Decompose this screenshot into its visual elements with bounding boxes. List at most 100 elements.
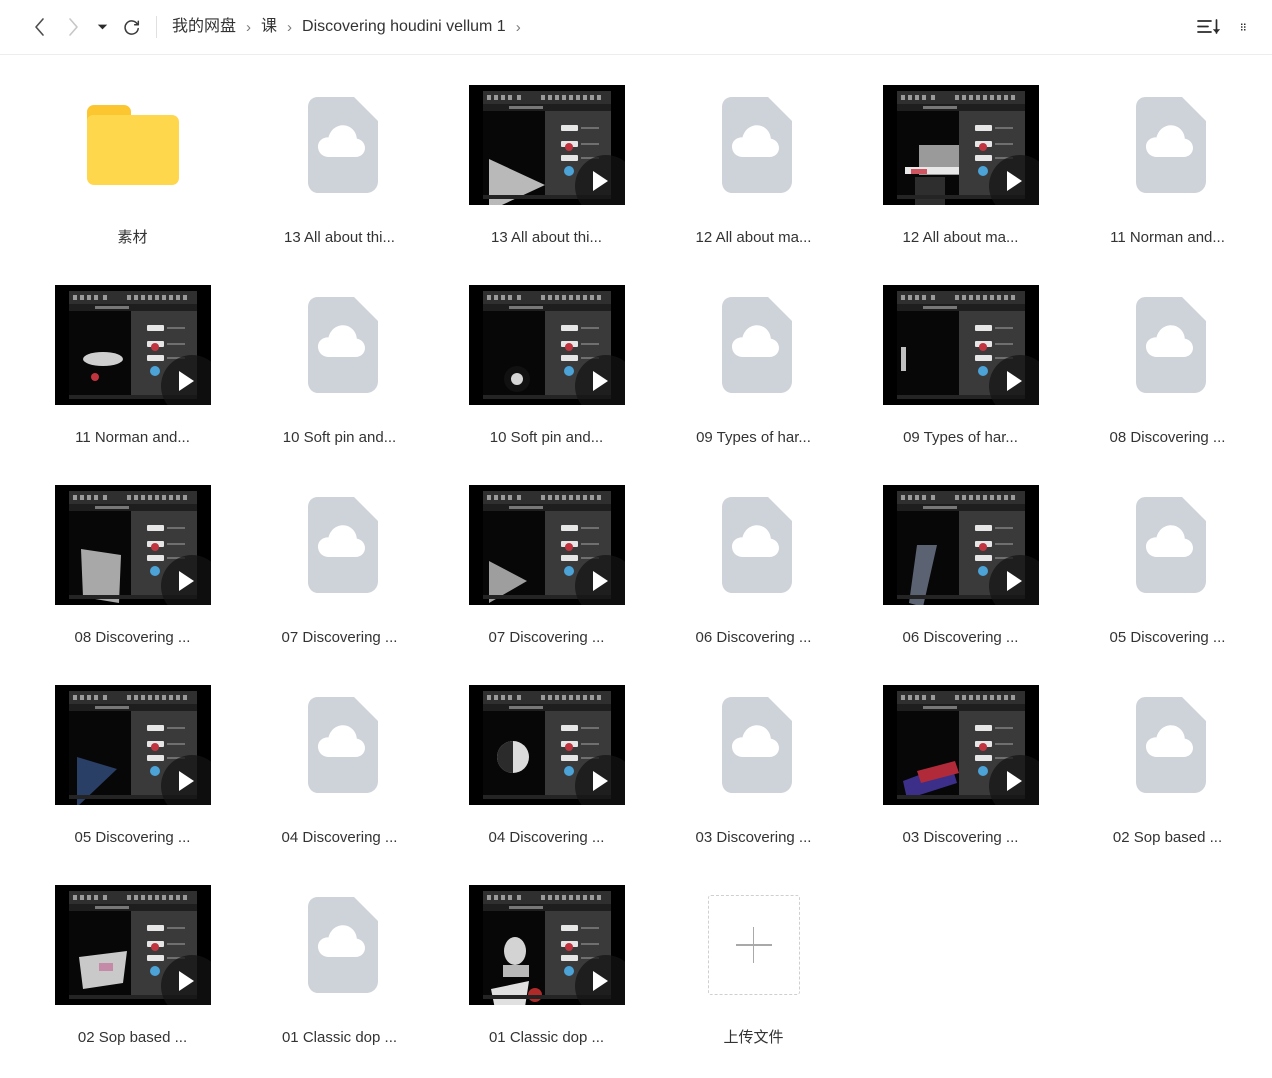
video-item[interactable]: 04 Discovering ... (443, 673, 650, 873)
breadcrumb-item-current[interactable]: Discovering houdini vellum 1 (301, 17, 507, 37)
video-thumbnail (468, 685, 625, 805)
item-icon-area (857, 675, 1064, 815)
back-button[interactable] (22, 10, 56, 44)
item-icon-area (857, 275, 1064, 415)
file-item-placeholder[interactable]: 12 All about ma... (650, 73, 857, 273)
item-icon-area (443, 475, 650, 615)
cloud-document-icon (300, 895, 380, 995)
breadcrumb: 我的网盘 › 课 › Discovering houdini vellum 1 … (171, 17, 530, 37)
video-item[interactable]: 08 Discovering ... (29, 473, 236, 673)
item-icon-area (650, 75, 857, 215)
toolbar: 我的网盘 › 课 › Discovering houdini vellum 1 … (0, 0, 1272, 55)
refresh-icon[interactable] (114, 10, 148, 44)
breadcrumb-item-root[interactable]: 我的网盘 (171, 17, 237, 37)
item-icon-area (443, 275, 650, 415)
video-thumbnail (882, 285, 1039, 405)
item-label: 05 Discovering ... (74, 829, 191, 846)
video-item[interactable]: 12 All about ma... (857, 73, 1064, 273)
item-label: 01 Classic dop ... (488, 1029, 605, 1046)
file-item-placeholder[interactable]: 07 Discovering ... (236, 473, 443, 673)
item-label: 08 Discovering ... (74, 629, 191, 646)
cloud-document-icon (300, 695, 380, 795)
cloud-document-icon (300, 95, 380, 195)
video-thumbnail (54, 685, 211, 805)
breadcrumb-item-course[interactable]: 课 (260, 17, 278, 37)
folder-icon (86, 105, 179, 185)
video-item[interactable]: 01 Classic dop ... (443, 873, 650, 1073)
video-thumbnail (882, 85, 1039, 205)
file-item-placeholder[interactable]: 05 Discovering ... (1064, 473, 1271, 673)
video-item[interactable]: 07 Discovering ... (443, 473, 650, 673)
item-icon-area (29, 75, 236, 215)
cloud-document-icon (1128, 695, 1208, 795)
item-label: 04 Discovering ... (488, 829, 605, 846)
file-item-placeholder[interactable]: 06 Discovering ... (650, 473, 857, 673)
item-icon-area (236, 875, 443, 1015)
file-item-placeholder[interactable]: 02 Sop based ... (1064, 673, 1271, 873)
item-icon-area (650, 875, 857, 1015)
item-icon-area (857, 75, 1064, 215)
file-item-placeholder[interactable]: 01 Classic dop ... (236, 873, 443, 1073)
file-item-placeholder[interactable]: 13 All about thi... (236, 73, 443, 273)
item-label: 06 Discovering ... (695, 629, 812, 646)
item-label: 03 Discovering ... (902, 829, 1019, 846)
item-label: 13 All about thi... (284, 229, 395, 246)
item-label: 02 Sop based ... (1112, 829, 1223, 846)
video-thumbnail (468, 885, 625, 1005)
video-thumbnail (468, 485, 625, 605)
forward-button[interactable] (56, 10, 90, 44)
cloud-document-icon (714, 695, 794, 795)
video-item[interactable]: 13 All about thi... (443, 73, 650, 273)
item-icon-area (236, 75, 443, 215)
navigation-controls (22, 10, 148, 44)
upload-file-button[interactable]: 上传文件 (650, 873, 857, 1073)
video-thumbnail (54, 285, 211, 405)
item-icon-area (29, 475, 236, 615)
video-item[interactable]: 05 Discovering ... (29, 673, 236, 873)
item-icon-area (1064, 275, 1271, 415)
folder-item[interactable]: 素材 (29, 73, 236, 273)
item-icon-area (650, 675, 857, 815)
video-item[interactable]: 10 Soft pin and... (443, 273, 650, 473)
video-thumbnail (468, 285, 625, 405)
toolbar-actions (1197, 17, 1252, 37)
toolbar-divider (156, 16, 157, 38)
item-icon-area (650, 275, 857, 415)
cloud-document-icon (300, 295, 380, 395)
video-item[interactable]: 11 Norman and... (29, 273, 236, 473)
item-label: 02 Sop based ... (77, 1029, 188, 1046)
sort-icon[interactable] (1197, 17, 1223, 37)
file-item-placeholder[interactable]: 03 Discovering ... (650, 673, 857, 873)
item-label: 上传文件 (723, 1029, 784, 1046)
upload-dropzone[interactable] (707, 895, 800, 995)
item-icon-area (443, 75, 650, 215)
file-item-placeholder[interactable]: 09 Types of har... (650, 273, 857, 473)
cloud-document-icon (300, 495, 380, 595)
video-item[interactable]: 09 Types of har... (857, 273, 1064, 473)
item-icon-area (236, 275, 443, 415)
cloud-document-icon (1128, 295, 1208, 395)
item-icon-area (443, 875, 650, 1015)
item-label: 13 All about thi... (491, 229, 602, 246)
item-label: 素材 (117, 229, 148, 246)
item-icon-area (29, 675, 236, 815)
item-label: 10 Soft pin and... (489, 429, 604, 446)
item-label: 06 Discovering ... (902, 629, 1019, 646)
file-item-placeholder[interactable]: 04 Discovering ... (236, 673, 443, 873)
video-item[interactable]: 03 Discovering ... (857, 673, 1064, 873)
video-item[interactable]: 02 Sop based ... (29, 873, 236, 1073)
item-label: 09 Types of har... (903, 429, 1018, 446)
file-item-placeholder[interactable]: 11 Norman and... (1064, 73, 1271, 273)
item-icon-area (650, 475, 857, 615)
item-label: 08 Discovering ... (1109, 429, 1226, 446)
item-label: 11 Norman and... (1110, 229, 1225, 246)
video-thumbnail (468, 85, 625, 205)
file-item-placeholder[interactable]: 08 Discovering ... (1064, 273, 1271, 473)
cloud-document-icon (1128, 95, 1208, 195)
file-item-placeholder[interactable]: 10 Soft pin and... (236, 273, 443, 473)
video-item[interactable]: 06 Discovering ... (857, 473, 1064, 673)
cloud-document-icon (714, 295, 794, 395)
grid-view-icon[interactable] (1241, 17, 1252, 37)
item-label: 03 Discovering ... (695, 829, 812, 846)
chevron-down-icon[interactable] (90, 10, 114, 44)
